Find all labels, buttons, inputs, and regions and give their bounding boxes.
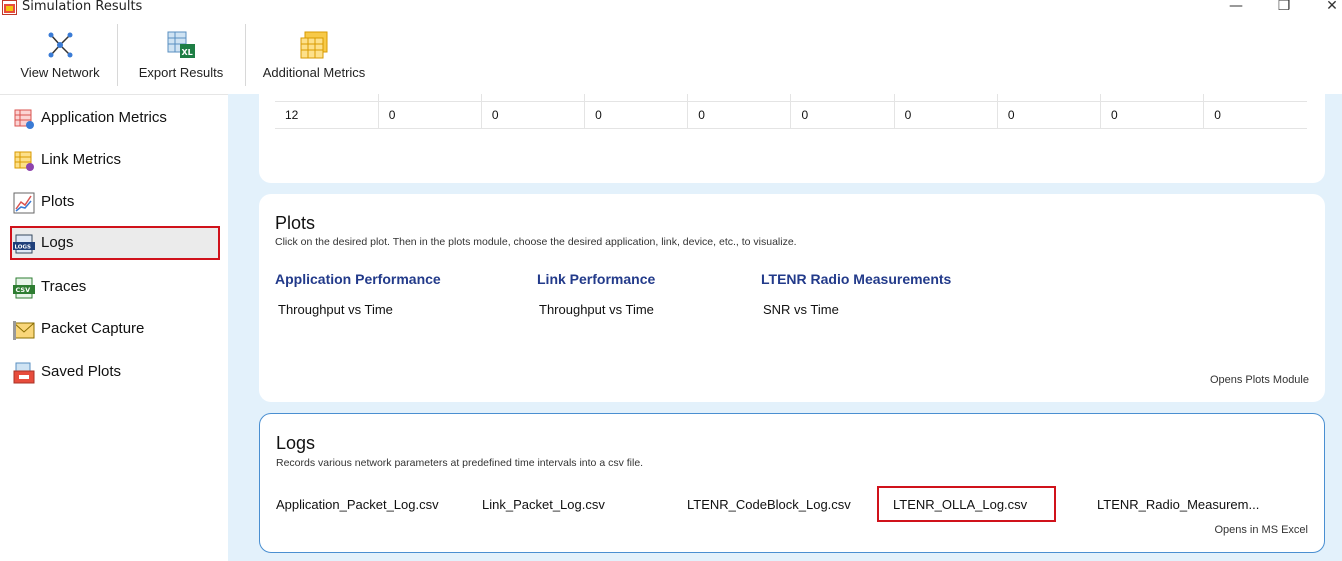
logs-footer-note: Opens in MS Excel — [1214, 524, 1308, 536]
application-performance-heading: Application Performance — [275, 271, 441, 287]
table-cell: 0 — [687, 101, 792, 129]
table-cell — [997, 94, 1102, 102]
metrics-table-card: 12 0 0 0 0 0 0 0 0 0 — [259, 94, 1325, 183]
logs-description: Records various network parameters at pr… — [276, 457, 644, 469]
table-cell — [1203, 94, 1307, 102]
logs-title: Logs — [276, 433, 316, 453]
window-title: Simulation Results — [22, 0, 143, 14]
link-throughput-plot-link[interactable]: Throughput vs Time — [539, 302, 654, 317]
plots-icon — [13, 192, 35, 214]
application-metrics-icon — [14, 109, 34, 129]
metrics-table: 12 0 0 0 0 0 0 0 0 0 — [275, 94, 1307, 129]
table-cell — [790, 94, 895, 102]
plots-footer-note: Opens Plots Module — [1209, 374, 1309, 386]
table-cell: 12 — [275, 101, 379, 129]
main-content[interactable]: 12 0 0 0 0 0 0 0 0 0 Plots Click on the … — [228, 94, 1342, 561]
ribbon-divider — [245, 24, 246, 86]
sidebar-item-label: Packet Capture — [41, 320, 145, 337]
title-bar: Simulation Results — ❐ ✕ — [0, 0, 1342, 16]
log-file-ltenr-codeblock[interactable]: LTENR_CodeBlock_Log.csv — [687, 497, 851, 512]
ribbon-divider — [117, 24, 118, 86]
svg-text:XL: XL — [182, 48, 193, 57]
metrics-table-icon — [300, 31, 328, 59]
export-results-button[interactable]: XL Export Results — [128, 16, 234, 92]
view-network-button[interactable]: View Network — [10, 16, 110, 92]
svg-text:CSV: CSV — [16, 286, 31, 294]
table-row — [275, 94, 1307, 102]
sidebar-item-packet-capture[interactable]: Packet Capture — [10, 312, 220, 346]
sidebar-item-plots[interactable]: Plots — [10, 185, 220, 219]
sidebar: Application Metrics Link Metrics Plots L… — [0, 94, 228, 561]
export-results-label: Export Results — [138, 65, 224, 80]
table-cell: 0 — [894, 101, 998, 129]
sidebar-item-label: Traces — [41, 278, 87, 295]
view-network-label: View Network — [20, 65, 100, 80]
svg-text:LOGS: LOGS — [15, 245, 31, 251]
table-cell — [1100, 94, 1205, 102]
application-throughput-plot-link[interactable]: Throughput vs Time — [278, 302, 393, 317]
additional-metrics-label: Additional Metrics — [262, 65, 366, 80]
sidebar-item-label: Plots — [41, 193, 75, 210]
sidebar-item-label: Logs — [41, 234, 74, 251]
log-file-ltenr-radio-measurements[interactable]: LTENR_Radio_Measurem... — [1097, 497, 1259, 512]
plots-description: Click on the desired plot. Then in the p… — [275, 236, 797, 248]
envelope-icon — [13, 321, 35, 340]
sidebar-item-saved-plots[interactable]: Saved Plots — [10, 355, 220, 389]
sidebar-item-label: Application Metrics — [41, 109, 167, 126]
table-cell: 0 — [790, 101, 895, 129]
table-cell — [687, 94, 792, 102]
table-cell: 0 — [378, 101, 482, 129]
minimize-button[interactable]: — — [1226, 0, 1246, 14]
table-cell: 0 — [481, 101, 586, 129]
table-cell — [894, 94, 998, 102]
table-cell: 0 — [1203, 101, 1307, 129]
link-metrics-icon — [14, 151, 34, 171]
table-cell — [584, 94, 689, 102]
log-file-application-packet[interactable]: Application_Packet_Log.csv — [276, 497, 439, 512]
table-cell: 0 — [584, 101, 689, 129]
sidebar-item-label: Saved Plots — [41, 363, 122, 380]
app-icon — [2, 0, 17, 15]
sidebar-item-link-metrics[interactable]: Link Metrics — [10, 143, 220, 177]
ribbon-toolbar: View Network XL Export Results Additiona… — [0, 16, 1342, 94]
table-cell — [378, 94, 482, 102]
additional-metrics-button[interactable]: Additional Metrics — [254, 16, 374, 92]
table-row: 12 0 0 0 0 0 0 0 0 0 — [275, 101, 1307, 129]
plots-card: Plots Click on the desired plot. Then in… — [259, 194, 1325, 402]
table-cell — [481, 94, 586, 102]
excel-export-icon: XL — [167, 31, 195, 58]
sidebar-item-application-metrics[interactable]: Application Metrics — [10, 101, 220, 135]
sidebar-item-label: Link Metrics — [41, 151, 122, 168]
link-performance-heading: Link Performance — [537, 271, 656, 287]
log-file-ltenr-olla[interactable]: LTENR_OLLA_Log.csv — [877, 486, 1056, 522]
sidebar-item-logs[interactable]: LOGS Logs — [10, 226, 220, 260]
table-cell — [275, 94, 379, 102]
saved-plots-icon — [13, 362, 35, 384]
snr-plot-link[interactable]: SNR vs Time — [763, 302, 839, 317]
table-cell: 0 — [1100, 101, 1205, 129]
csv-icon: CSV — [13, 277, 35, 299]
sidebar-item-traces[interactable]: CSV Traces — [10, 270, 220, 304]
restore-button[interactable]: ❐ — [1274, 0, 1294, 14]
ltenr-radio-measurements-heading: LTENR Radio Measurements — [761, 271, 952, 287]
logs-icon: LOGS — [13, 234, 35, 254]
table-cell: 0 — [997, 101, 1102, 129]
plots-title: Plots — [275, 213, 316, 233]
close-button[interactable]: ✕ — [1322, 0, 1342, 14]
logs-card: Logs Records various network parameters … — [259, 413, 1325, 553]
network-icon — [48, 32, 73, 58]
log-file-link-packet[interactable]: Link_Packet_Log.csv — [482, 497, 605, 512]
